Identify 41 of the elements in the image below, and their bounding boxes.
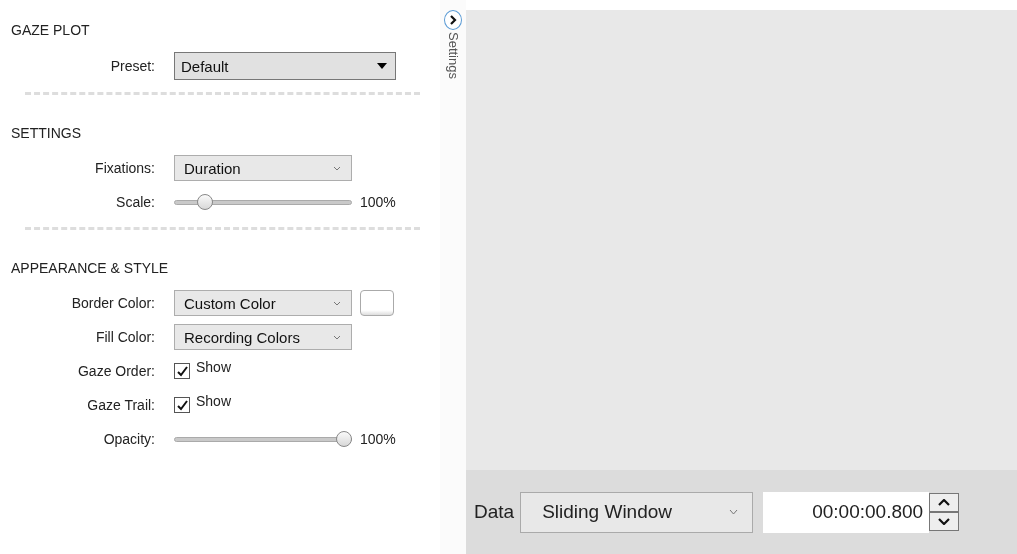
dropdown[interactable]: Custom Color: [174, 290, 352, 316]
field-label: Fill Color:: [94, 329, 155, 345]
checkbox-label: Show: [196, 359, 232, 375]
slider-thumb[interactable]: [336, 431, 352, 447]
checkbox[interactable]: [174, 397, 190, 413]
chevron-icon: [729, 509, 739, 515]
side-tab[interactable]: Settings: [445, 32, 461, 79]
slider-value: 100%: [360, 194, 396, 210]
chevron-up-icon: [938, 499, 951, 506]
caret-icon: [377, 63, 387, 69]
spin-up-button[interactable]: [929, 493, 960, 512]
field-label: Gaze Order:: [76, 363, 155, 379]
field-label: Preset:: [109, 58, 155, 74]
section-heading: SETTINGS: [11, 125, 82, 141]
field-label: Gaze Trail:: [86, 397, 155, 413]
chevron-icon: [333, 300, 341, 306]
chevron-icon: [333, 165, 341, 171]
slider-thumb[interactable]: [196, 194, 213, 210]
color-button[interactable]: [360, 290, 394, 316]
field-label: Border Color:: [70, 295, 155, 311]
section-heading: GAZE PLOT: [11, 22, 91, 38]
data-label: Data: [474, 501, 515, 523]
chevron-right-icon: [449, 15, 457, 25]
section-heading: APPEARANCE & STYLE: [11, 260, 170, 276]
chevron-down-icon: [938, 518, 951, 525]
preset-dropdown[interactable]: Default: [174, 52, 396, 80]
field-label: Opacity:: [102, 431, 155, 447]
spin-down-button[interactable]: [929, 512, 960, 531]
collapse-button[interactable]: [444, 10, 462, 30]
slider[interactable]: [174, 194, 352, 210]
checkbox[interactable]: [174, 363, 190, 379]
dropdown[interactable]: Duration: [174, 155, 352, 181]
slider-value: 100%: [360, 431, 396, 447]
window-dropdown[interactable]: Sliding Window: [520, 491, 754, 533]
time-field[interactable]: 00:00:00.800: [763, 491, 930, 533]
dropdown[interactable]: Recording Colors: [174, 324, 352, 350]
field-label: Scale:: [115, 194, 155, 210]
field-label: Fixations:: [94, 160, 155, 176]
checkbox-label: Show: [196, 393, 232, 409]
chevron-icon: [333, 334, 341, 340]
slider[interactable]: [174, 431, 352, 447]
